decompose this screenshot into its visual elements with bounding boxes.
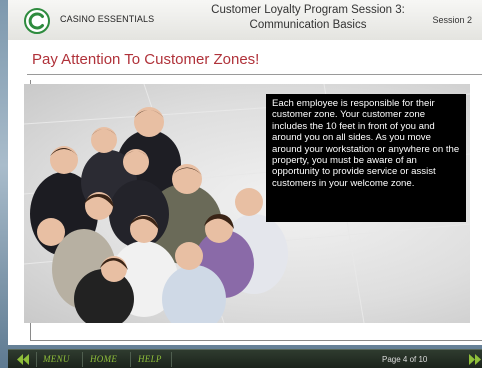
brand-name: CASINO ESSENTIALS	[60, 14, 155, 24]
nav-divider	[130, 352, 131, 367]
menu-button[interactable]: MENU	[43, 354, 70, 364]
course-player: CASINO ESSENTIALS Customer Loyalty Progr…	[0, 0, 482, 368]
nav-divider	[82, 352, 83, 367]
page-indicator: Page 4 of 10	[382, 355, 428, 364]
course-title-line1: Customer Loyalty Program Session 3:	[211, 4, 405, 16]
course-title: Customer Loyalty Program Session 3: Comm…	[198, 3, 418, 33]
nav-divider	[171, 352, 172, 367]
double-right-arrow-icon[interactable]	[468, 353, 482, 366]
help-button[interactable]: HELP	[138, 354, 162, 364]
home-button[interactable]: HOME	[90, 354, 117, 364]
title-divider	[27, 74, 482, 75]
course-title-line2: Communication Basics	[249, 19, 367, 31]
header-bar: CASINO ESSENTIALS Customer Loyalty Progr…	[8, 0, 482, 41]
session-label: Session 2	[432, 15, 472, 25]
nav-divider	[36, 352, 37, 367]
double-left-arrow-icon[interactable]	[16, 353, 30, 366]
navigation-bar: MENU HOME HELP Page 4 of 10	[8, 349, 482, 368]
slide-title: Pay Attention To Customer Zones!	[32, 51, 260, 68]
casino-essentials-logo	[24, 8, 50, 34]
callout-text-box: Each employee is responsible for their c…	[266, 94, 466, 222]
